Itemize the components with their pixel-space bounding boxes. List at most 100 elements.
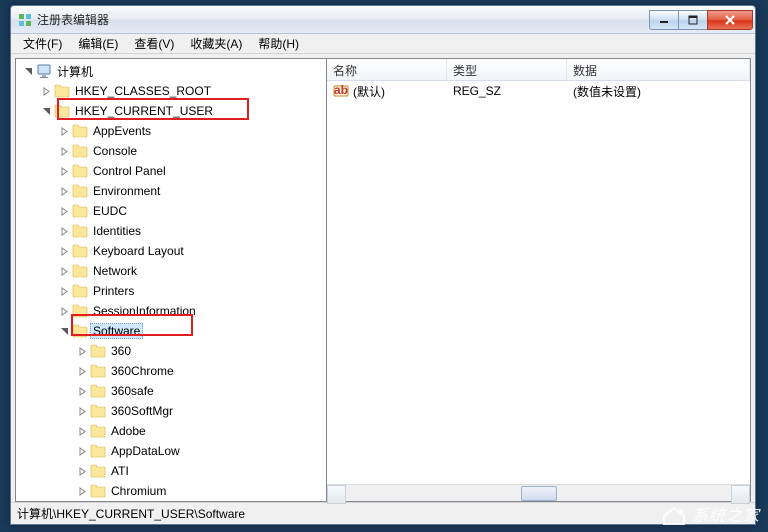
value-name-cell: ab (默认) [327,81,447,102]
tree-label: Printers [90,283,137,299]
tree-node-hkcu-child-3[interactable]: Environment [16,181,326,201]
menu-edit[interactable]: 编辑(E) [70,33,126,54]
menu-help[interactable]: 帮助(H) [250,33,307,54]
tree-node-hkcu[interactable]: HKEY_CURRENT_USER [16,101,326,121]
tree-node-software-child-5[interactable]: AppDataLow [16,441,326,461]
tree-pane[interactable]: 计算机HKEY_CLASSES_ROOT HKEY_CURRENT_USER App… [15,58,327,502]
tree-label: HKEY_CURRENT_USER [72,103,216,119]
menu-file[interactable]: 文件(F) [15,33,70,54]
list-body[interactable]: ab (默认) REG_SZ (数值未设置) [327,81,750,484]
folder-icon [72,143,88,159]
tree-node-software-child-4[interactable]: Adobe [16,421,326,441]
tree-expand-icon[interactable] [74,423,90,439]
tree-expand-icon[interactable] [74,463,90,479]
folder-icon [90,443,106,459]
column-name[interactable]: 名称 [327,59,447,80]
folder-icon [54,83,70,99]
tree-expand-icon[interactable] [56,143,72,159]
tree-node-hkcu-child-4[interactable]: EUDC [16,201,326,221]
scrollbar-thumb[interactable] [521,486,557,501]
tree-expand-icon[interactable] [74,343,90,359]
tree-expand-icon[interactable] [56,243,72,259]
tree-expand-icon[interactable] [74,483,90,499]
menu-view[interactable]: 查看(V) [126,33,182,54]
tree-expand-icon[interactable] [56,263,72,279]
maximize-button[interactable] [678,10,708,30]
tree-node-hkcu-child-9[interactable]: SessionInformation [16,301,326,321]
list-pane: 名称 类型 数据 ab (默认) REG_SZ (数值未设置) [327,58,751,502]
list-row[interactable]: ab (默认) REG_SZ (数值未设置) [327,81,750,101]
tree-node-software-child-1[interactable]: 360Chrome [16,361,326,381]
tree-expand-icon[interactable] [74,443,90,459]
tree-expand-icon[interactable] [74,383,90,399]
tree-node-software-child-6[interactable]: ATI [16,461,326,481]
column-type[interactable]: 类型 [447,59,567,80]
folder-icon [72,323,88,339]
tree-expand-icon[interactable] [56,123,72,139]
tree-label: 计算机 [54,62,96,81]
tree-expand-icon[interactable] [38,83,54,99]
tree-label: ATI [108,463,132,479]
menu-favorites[interactable]: 收藏夹(A) [182,33,250,54]
folder-icon [90,343,106,359]
tree-label: AppDataLow [108,443,183,459]
tree-label: Identities [90,223,144,239]
tree-node-hkcu-child-8[interactable]: Printers [16,281,326,301]
tree-node-computer[interactable]: 计算机 [16,61,326,81]
tree-expand-icon[interactable] [56,283,72,299]
tree-expand-icon[interactable] [56,303,72,319]
tree-expand-icon[interactable] [56,223,72,239]
tree-label: Keyboard Layout [90,243,187,259]
tree-node-hkcu-child-6[interactable]: Keyboard Layout [16,241,326,261]
tree-collapse-icon[interactable] [20,63,36,79]
tree-collapse-icon[interactable] [56,323,72,339]
tree-label: Chromium [108,483,169,499]
folder-icon [90,403,106,419]
tree-node-hkcr[interactable]: HKEY_CLASSES_ROOT [16,81,326,101]
tree-node-software-child-3[interactable]: 360SoftMgr [16,401,326,421]
minimize-button[interactable] [649,10,679,30]
folder-icon [72,263,88,279]
tree-node-software-child-7[interactable]: Chromium [16,481,326,501]
tree-expand-icon[interactable] [74,403,90,419]
tree-expand-icon[interactable] [56,183,72,199]
svg-text:ab: ab [334,83,348,97]
folder-icon [54,103,70,119]
tree-node-software[interactable]: Software [16,321,326,341]
tree-label: 360Chrome [108,363,177,379]
menubar: 文件(F) 编辑(E) 查看(V) 收藏夹(A) 帮助(H) [11,34,755,54]
tree-label: Adobe [108,423,149,439]
tree-expand-icon[interactable] [74,363,90,379]
tree-node-hkcu-child-0[interactable]: AppEvents [16,121,326,141]
tree-label: 360safe [108,383,157,399]
tree-node-hkcu-child-5[interactable]: Identities [16,221,326,241]
tree-node-software-child-2[interactable]: 360safe [16,381,326,401]
folder-icon [72,303,88,319]
tree-label: Software [90,323,143,339]
tree-label: EUDC [90,203,130,219]
computer-icon [36,63,52,79]
tree-collapse-icon[interactable] [38,103,54,119]
tree-node-hkcu-child-2[interactable]: Control Panel [16,161,326,181]
close-button[interactable] [707,10,753,30]
folder-icon [90,423,106,439]
app-icon [17,12,33,28]
folder-icon [90,463,106,479]
folder-icon [90,363,106,379]
folder-icon [72,223,88,239]
titlebar[interactable]: 注册表编辑器 [11,6,755,34]
folder-icon [90,483,106,499]
tree-expand-icon[interactable] [56,163,72,179]
value-name: (默认) [353,83,385,100]
folder-icon [72,183,88,199]
client-area: 计算机HKEY_CLASSES_ROOT HKEY_CURRENT_USER App… [11,54,755,502]
value-data: (数值未设置) [567,81,750,102]
tree-node-hkcu-child-1[interactable]: Console [16,141,326,161]
tree-node-software-child-0[interactable]: 360 [16,341,326,361]
tree-node-hkcu-child-7[interactable]: Network [16,261,326,281]
folder-icon [72,203,88,219]
tree-expand-icon[interactable] [56,203,72,219]
horizontal-scrollbar[interactable] [327,484,750,501]
tree-label: Environment [90,183,163,199]
column-data[interactable]: 数据 [567,59,750,80]
